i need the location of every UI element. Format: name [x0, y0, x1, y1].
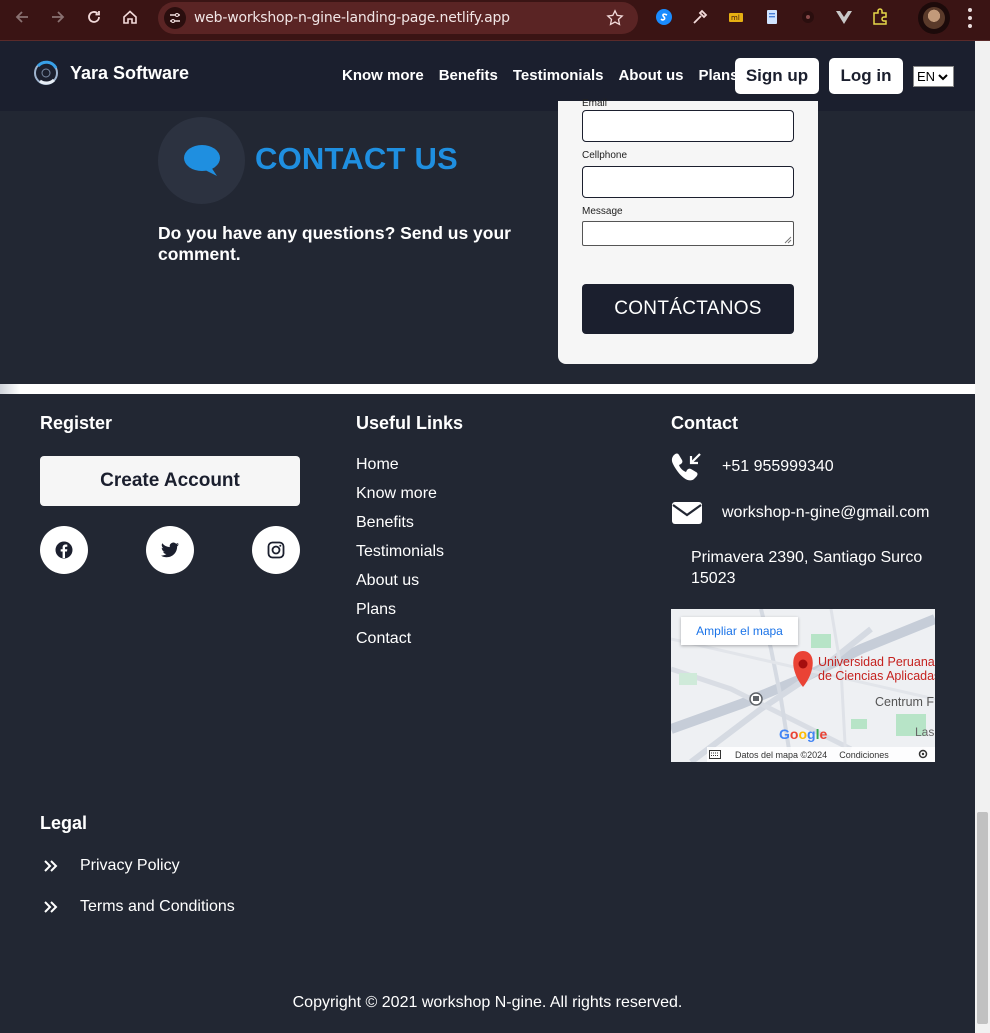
instagram-button[interactable] [252, 526, 300, 574]
map-data-credit: Datos del mapa ©2024 [735, 749, 828, 760]
contact-section: CONTACT US Do you have any questions? Se… [0, 98, 975, 384]
back-icon[interactable] [4, 0, 40, 34]
map-place-line2: de Ciencias Aplicadas [818, 669, 935, 683]
map-settings-icon[interactable] [918, 749, 928, 759]
phone-incoming-icon [671, 452, 703, 482]
brand-name: Yara Software [70, 62, 190, 83]
legal-item-privacy[interactable]: Privacy Policy [40, 856, 180, 876]
email-label: Email [582, 98, 608, 109]
submit-button[interactable]: CONTÁCTANOS [582, 284, 794, 334]
site-info-icon[interactable] [164, 7, 186, 29]
phone-number: +51 955999340 [722, 458, 834, 475]
svg-text:ml: ml [731, 14, 740, 22]
browser-toolbar: web-workshop-n-gine-landing-page.netlify… [0, 0, 990, 41]
map-area-label: Centrum F [875, 695, 935, 709]
browser-menu-icon[interactable] [958, 8, 982, 28]
signup-button[interactable]: Sign up [735, 58, 819, 94]
contact-subtitle: Do you have any questions? Send us your … [158, 223, 511, 264]
url-text: web-workshop-n-gine-landing-page.netlify… [194, 10, 510, 26]
nav-benefits[interactable]: Benefits [439, 67, 498, 84]
legal-item-terms[interactable]: Terms and Conditions [40, 897, 235, 917]
footer-link-benefits[interactable]: Benefits [356, 514, 444, 532]
useful-links-heading: Useful Links [356, 413, 464, 433]
facebook-icon [55, 541, 73, 559]
map-terms-link[interactable]: Condiciones [839, 750, 889, 760]
double-chevron-right-icon [40, 897, 60, 917]
vue-devtools-icon[interactable] [834, 7, 854, 27]
docs-extension-icon[interactable] [762, 7, 782, 27]
contact-form: Email Cellphone Message CONTÁCTANOS [558, 98, 818, 364]
map-place-line1: Universidad Peruana [818, 655, 935, 669]
keyboard-icon[interactable] [709, 750, 721, 759]
footer-link-plans[interactable]: Plans [356, 601, 444, 619]
cellphone-field[interactable] [582, 166, 794, 198]
facebook-button[interactable] [40, 526, 88, 574]
postal-address: Primavera 2390, Santiago Surco 15023 [691, 549, 923, 587]
nav-plans[interactable]: Plans [698, 67, 738, 84]
map-attribution-bar: Datos del mapa ©2024 Condiciones [707, 747, 935, 762]
footer-link-home[interactable]: Home [356, 456, 444, 474]
shazam-extension-icon[interactable] [654, 7, 674, 27]
phone-row: +51 955999340 [671, 452, 834, 482]
contact-heading: Contact [671, 413, 738, 433]
chat-bubble-icon [158, 117, 245, 204]
nav-testimonials[interactable]: Testimonials [513, 67, 604, 84]
embedded-map[interactable]: Ampliar el mapa Universidad Peruana de C… [671, 609, 935, 762]
create-account-button[interactable]: Create Account [40, 456, 300, 506]
main-nav: Know more Benefits Testimonials About us… [342, 67, 739, 84]
nav-know-more[interactable]: Know more [342, 67, 424, 84]
logo-icon [34, 60, 58, 85]
eyedropper-extension-icon[interactable] [690, 7, 710, 27]
resize-handle-icon[interactable] [784, 236, 792, 244]
twitter-icon [161, 542, 179, 558]
double-chevron-right-icon [40, 856, 60, 876]
footer: Register Create Account Useful Links Hom… [0, 394, 975, 1033]
map-area-label-2: Las [915, 725, 935, 739]
copyright-text: Copyright © 2021 workshop N-gine. All ri… [292, 994, 683, 1011]
section-divider [0, 384, 975, 394]
legal-heading: Legal [40, 813, 88, 833]
terms-link[interactable]: Terms and Conditions [80, 898, 235, 916]
footer-link-about-us[interactable]: About us [356, 572, 444, 590]
google-logo: Google [779, 726, 828, 742]
instagram-icon [267, 541, 285, 559]
twitter-button[interactable] [146, 526, 194, 574]
email-address: workshop-n-gine@gmail.com [722, 504, 930, 521]
nav-about-us[interactable]: About us [618, 67, 683, 84]
site-header: Yara Software Know more Benefits Testimo… [0, 41, 975, 111]
login-button[interactable]: Log in [829, 58, 903, 94]
scrollbar-thumb[interactable] [977, 812, 988, 1024]
footer-link-testimonials[interactable]: Testimonials [356, 543, 444, 561]
profile-avatar[interactable] [918, 2, 950, 34]
email-row: workshop-n-gine@gmail.com [671, 498, 929, 528]
home-icon[interactable] [112, 0, 148, 34]
address-bar[interactable]: web-workshop-n-gine-landing-page.netlify… [158, 2, 638, 34]
register-heading: Register [40, 413, 113, 433]
footer-link-know-more[interactable]: Know more [356, 485, 444, 503]
useful-links-list: Home Know more Benefits Testimonials Abo… [356, 456, 444, 648]
language-select[interactable]: EN [913, 66, 954, 87]
contact-title: CONTACT US [255, 141, 458, 176]
expand-map-link[interactable]: Ampliar el mapa [681, 617, 798, 645]
extensions-puzzle-icon[interactable] [870, 7, 890, 27]
ext-dark-icon[interactable] [798, 7, 818, 27]
page-scrollbar[interactable] [975, 41, 990, 1033]
email-field[interactable] [582, 110, 794, 142]
reload-icon[interactable] [76, 0, 112, 34]
forward-icon[interactable] [40, 0, 76, 34]
map-place-label: Universidad Peruana de Ciencias Aplicada… [818, 655, 935, 683]
privacy-policy-link[interactable]: Privacy Policy [80, 857, 180, 875]
ext-yellow-icon[interactable]: ml [726, 7, 746, 27]
message-label: Message [582, 206, 623, 217]
cellphone-label: Cellphone [582, 150, 628, 161]
bookmark-star-icon[interactable] [606, 9, 624, 32]
language-value: EN [917, 69, 936, 84]
brand[interactable]: Yara Software [32, 58, 189, 88]
chevron-down-icon [938, 73, 948, 80]
envelope-icon [671, 498, 703, 528]
footer-link-contact[interactable]: Contact [356, 630, 444, 648]
message-textarea[interactable] [582, 221, 794, 246]
